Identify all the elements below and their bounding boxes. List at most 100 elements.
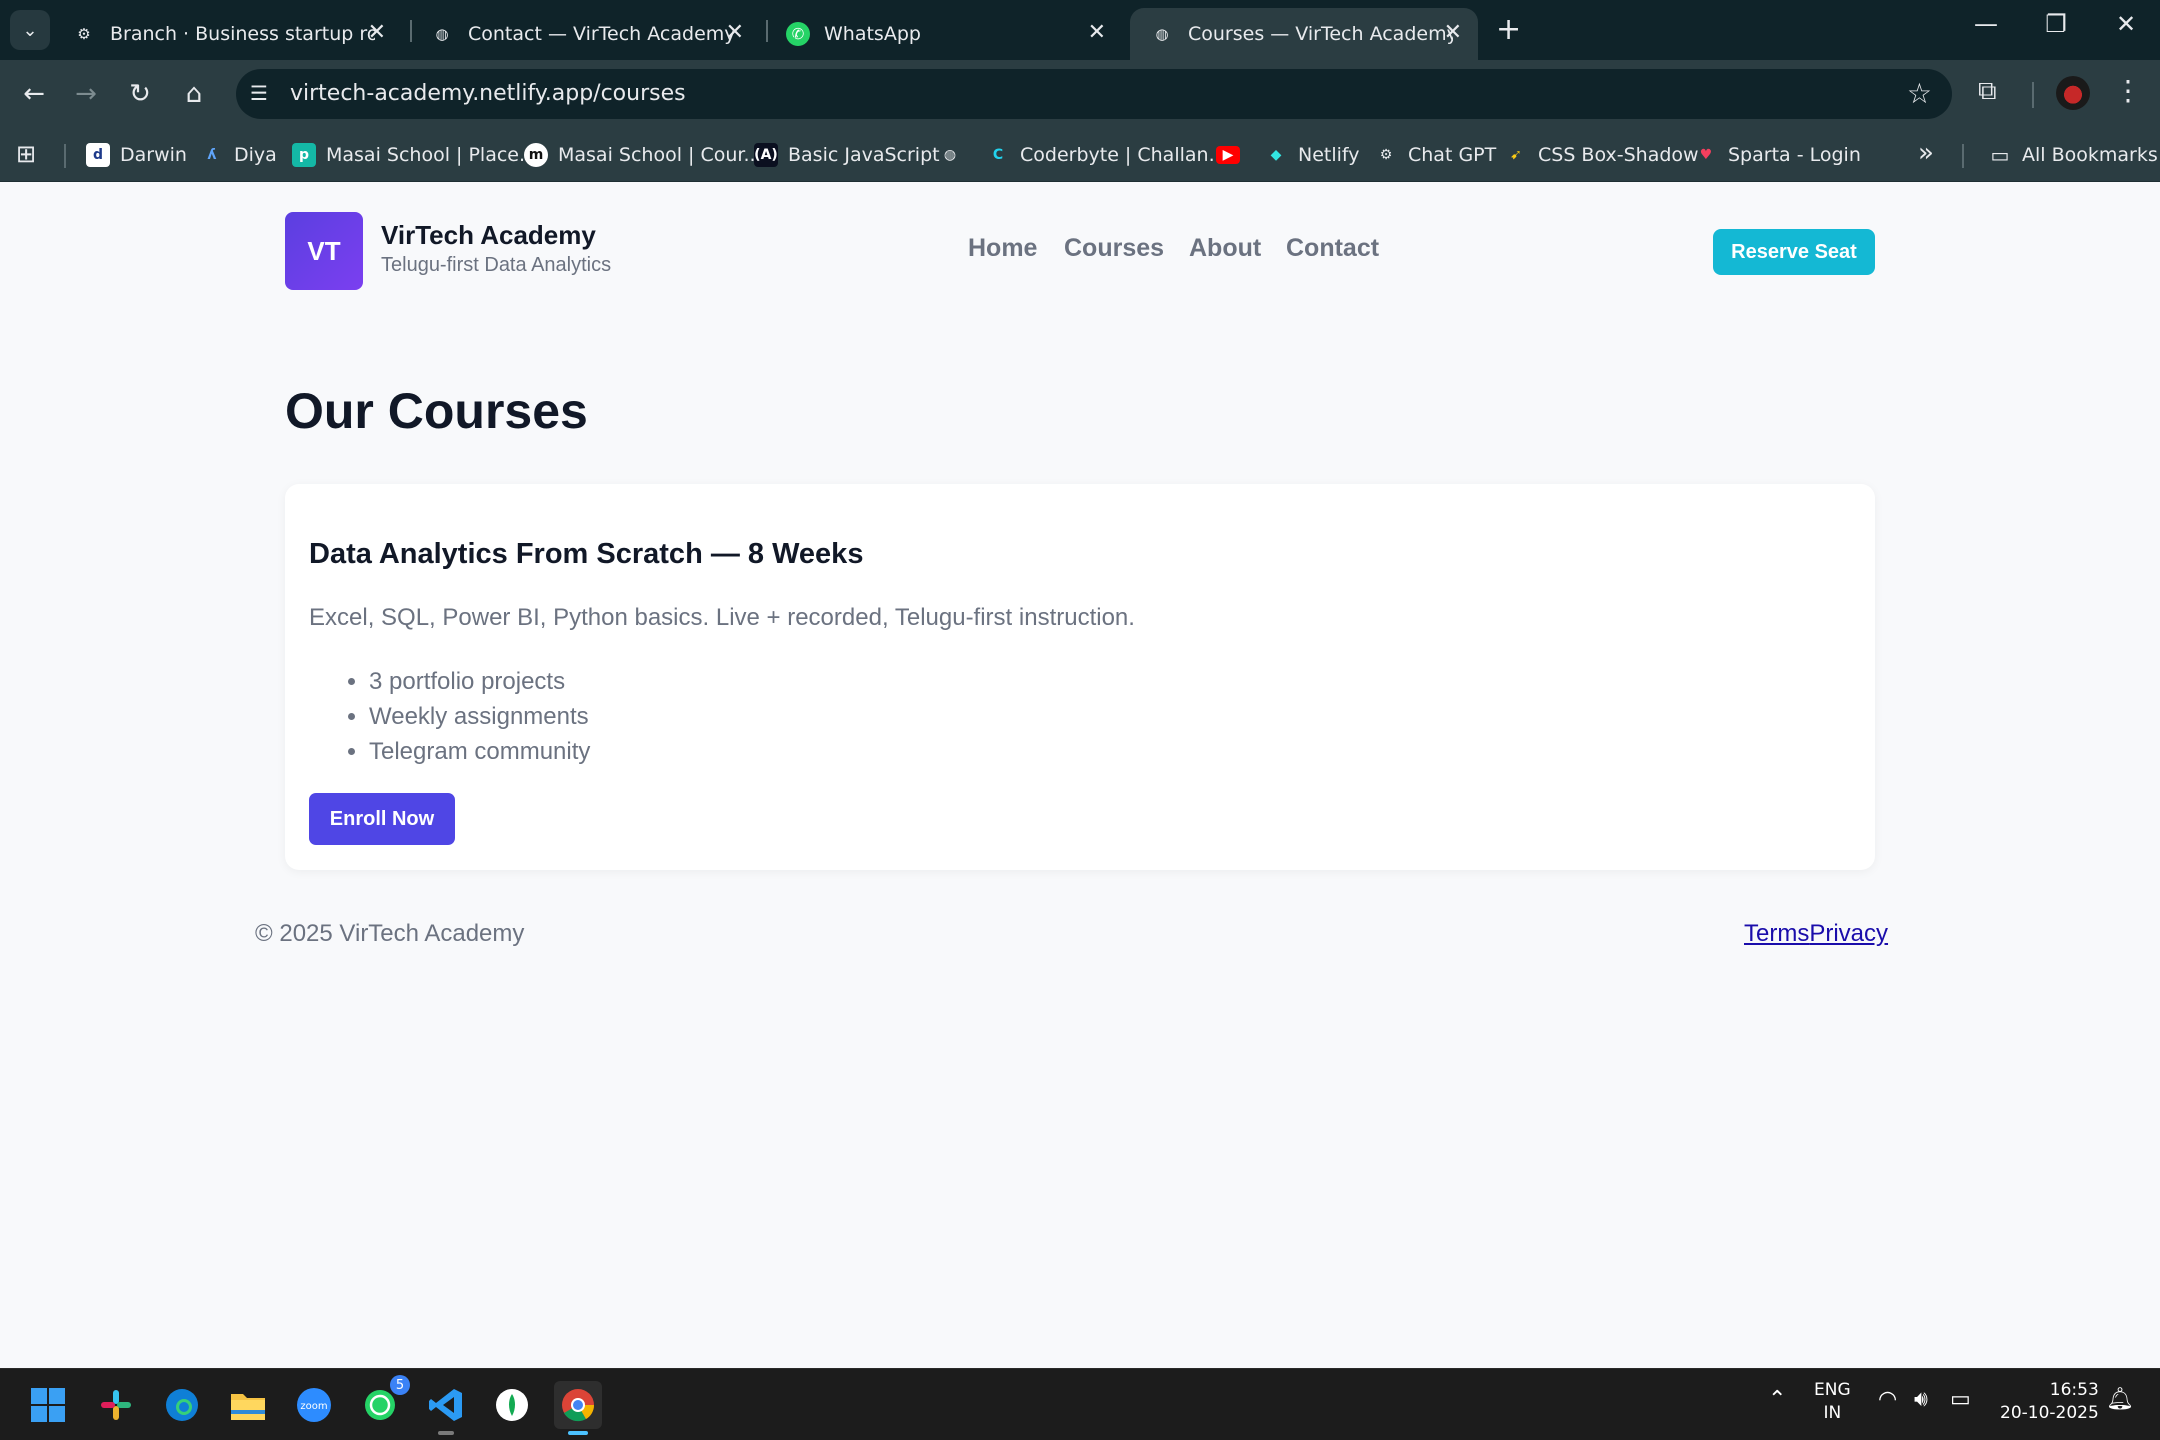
site-logo[interactable]: VT xyxy=(285,212,363,290)
close-icon[interactable]: ✕ xyxy=(1444,20,1462,45)
tab-branch[interactable]: ⚙ Branch · Business startup roadm ✕ xyxy=(52,8,402,60)
bookmark-globe[interactable]: ◍ xyxy=(938,141,972,169)
taskbar: zoom 5 ⌃ ENG IN ◠ 🔊︎ ▭ 16:53 20-10-2025 xyxy=(0,1368,2160,1440)
tab-search-button[interactable]: ⌄ xyxy=(10,10,50,50)
bookmark-diya[interactable]: ʎ Diya xyxy=(200,141,276,169)
whatsapp-icon: ✆ xyxy=(786,22,810,46)
bookmark-masai-place[interactable]: p Masai School | Place... xyxy=(292,141,537,169)
course-card: Data Analytics From Scratch — 8 Weeks Ex… xyxy=(285,484,1875,870)
taskbar-mongodb-compass[interactable] xyxy=(488,1381,536,1429)
masai-m-icon: m xyxy=(524,143,548,167)
taskbar-slack[interactable] xyxy=(92,1381,140,1429)
arrow-left-icon: ← xyxy=(23,79,45,109)
bookmark-darwin[interactable]: d Darwin xyxy=(86,141,187,169)
footer-links: TermsPrivacy xyxy=(1744,920,1888,948)
globe-icon: ◍ xyxy=(1155,25,1169,43)
forward-button[interactable]: → xyxy=(66,74,106,114)
course-description: Excel, SQL, Power BI, Python basics. Liv… xyxy=(309,604,1135,631)
folder-icon: ▭ xyxy=(1990,143,2010,167)
bookmarks-divider xyxy=(1962,144,1964,168)
taskbar-file-explorer[interactable] xyxy=(224,1381,272,1429)
globe-icon: ◍ xyxy=(943,147,957,163)
nav-contact[interactable]: Contact xyxy=(1286,234,1379,263)
diya-icon: ʎ xyxy=(207,147,217,163)
tab-contact[interactable]: ◍ Contact — VirTech Academy ✕ xyxy=(410,8,760,60)
nav-courses[interactable]: Courses xyxy=(1064,234,1164,263)
course-features: 3 portfolio projects Weekly assignments … xyxy=(369,664,590,769)
extensions-icon[interactable]: ⧉ xyxy=(1978,76,1997,107)
reserve-seat-button[interactable]: Reserve Seat xyxy=(1713,229,1875,275)
apps-grid-icon[interactable]: ⊞ xyxy=(16,140,36,168)
taskbar-zoom[interactable]: zoom xyxy=(290,1381,338,1429)
sparta-heart-icon: ♥ xyxy=(1699,147,1713,163)
all-bookmarks-button[interactable]: ▭ All Bookmarks xyxy=(1988,141,2158,169)
bookmark-netlify[interactable]: ◆ Netlify xyxy=(1264,141,1360,169)
privacy-link[interactable]: Privacy xyxy=(1809,920,1888,947)
bookmark-coderbyte[interactable]: C Coderbyte | Challan... xyxy=(986,141,1227,169)
bookmark-masai-course[interactable]: m Masai School | Cour... xyxy=(524,141,762,169)
slack-icon xyxy=(101,1390,131,1420)
bookmark-chatgpt[interactable]: ⚙ Chat GPT xyxy=(1374,141,1497,169)
coderbyte-icon: C xyxy=(992,147,1004,163)
close-icon[interactable]: ✕ xyxy=(1088,20,1106,45)
restore-button[interactable]: ❐ xyxy=(2026,10,2086,38)
darwin-icon: d xyxy=(86,143,110,167)
notification-badge: 5 xyxy=(390,1375,410,1395)
brand-name[interactable]: VirTech Academy xyxy=(381,220,596,251)
site-info-icon[interactable]: ☰ xyxy=(250,81,276,107)
volume-icon[interactable]: 🔊︎ xyxy=(1914,1387,1928,1412)
bookmark-basic-javascript[interactable]: (A) Basic JavaScript xyxy=(754,141,940,169)
battery-icon[interactable]: ▭ xyxy=(1950,1387,1971,1412)
tab-whatsapp[interactable]: ✆ WhatsApp ✕ xyxy=(766,8,1122,60)
url-text[interactable]: virtech-academy.netlify.app/courses xyxy=(290,81,686,106)
address-bar[interactable]: ☰ virtech-academy.netlify.app/courses ☆ xyxy=(236,69,1952,119)
nav-home[interactable]: Home xyxy=(968,234,1037,263)
bookmark-youtube[interactable]: ▶ xyxy=(1216,141,1250,169)
home-button[interactable]: ⌂ xyxy=(174,74,214,114)
taskbar-vscode[interactable] xyxy=(422,1381,470,1435)
close-icon[interactable]: ✕ xyxy=(726,20,744,45)
chevron-up-icon[interactable]: ⌃ xyxy=(1768,1387,1786,1412)
netlify-icon: ◆ xyxy=(1270,147,1282,163)
taskbar-whatsapp[interactable]: 5 xyxy=(356,1375,410,1429)
bookmark-star-icon[interactable]: ☆ xyxy=(1907,77,1932,110)
notifications-icon[interactable]: 🔔︎ xyxy=(2106,1387,2134,1412)
course-title: Data Analytics From Scratch — 8 Weeks xyxy=(309,538,864,570)
wifi-icon[interactable]: ◠ xyxy=(1878,1387,1897,1412)
start-button[interactable] xyxy=(24,1381,72,1429)
language-indicator[interactable]: ENG IN xyxy=(1814,1379,1851,1425)
terms-link[interactable]: Terms xyxy=(1744,920,1809,947)
reload-icon: ↻ xyxy=(129,79,151,109)
menu-icon[interactable]: ⋮ xyxy=(2114,74,2142,107)
masai-p-icon: p xyxy=(292,143,316,167)
list-item: 3 portfolio projects xyxy=(369,664,590,699)
window-close-button[interactable]: ✕ xyxy=(2096,10,2156,38)
windows-icon xyxy=(31,1388,65,1422)
edge-icon xyxy=(166,1389,198,1421)
reload-button[interactable]: ↻ xyxy=(120,74,160,114)
more-bookmarks-icon[interactable]: » xyxy=(1918,138,1934,168)
cursor-icon: ➹ xyxy=(1510,147,1522,163)
close-icon[interactable]: ✕ xyxy=(368,20,386,45)
zoom-icon: zoom xyxy=(297,1388,331,1422)
enroll-now-button[interactable]: Enroll Now xyxy=(309,793,455,845)
footer-copyright: © 2025 VirTech Academy xyxy=(255,920,525,947)
bookmark-sparta[interactable]: ♥ Sparta - Login xyxy=(1694,141,1861,169)
list-item: Weekly assignments xyxy=(369,699,590,734)
bookmark-css-box-shadow[interactable]: ➹ CSS Box-Shadow xyxy=(1504,141,1698,169)
chatgpt-icon: ⚙ xyxy=(77,25,91,43)
list-item: Telegram community xyxy=(369,734,590,769)
browser-toolbar: ← → ↻ ⌂ ☰ virtech-academy.netlify.app/co… xyxy=(0,60,2160,128)
back-button[interactable]: ← xyxy=(14,74,54,114)
freecodecamp-icon: (A) xyxy=(754,143,778,167)
nav-about[interactable]: About xyxy=(1189,234,1261,263)
taskbar-edge[interactable] xyxy=(158,1381,206,1429)
vscode-icon xyxy=(429,1389,462,1421)
taskbar-chrome[interactable] xyxy=(554,1381,602,1435)
clock-time: 16:53 xyxy=(2049,1380,2099,1400)
minimize-button[interactable]: — xyxy=(1956,10,2016,38)
tab-courses[interactable]: ◍ Courses — VirTech Academy ✕ xyxy=(1130,8,1478,60)
profile-avatar[interactable] xyxy=(2056,76,2090,110)
new-tab-button[interactable]: + xyxy=(1496,12,1521,47)
system-clock[interactable]: 16:53 20-10-2025 xyxy=(2000,1379,2099,1425)
